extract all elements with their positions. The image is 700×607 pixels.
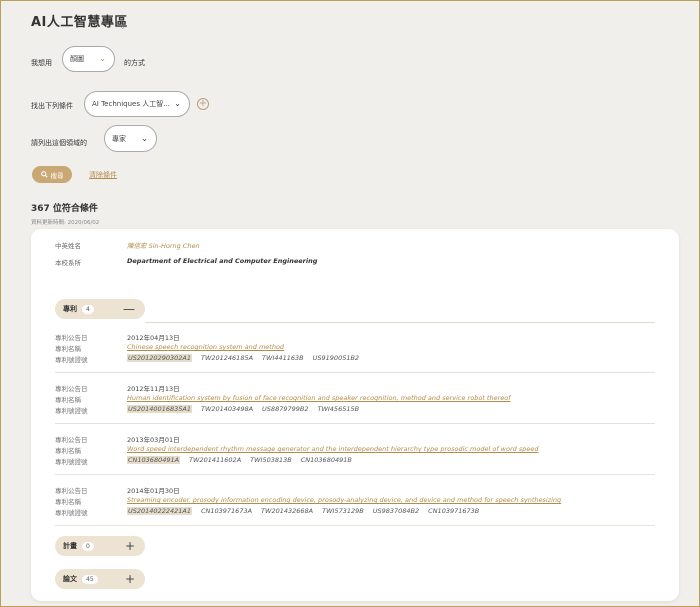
expand-icon: + <box>125 540 135 552</box>
chevron-down-icon: ⌄ <box>141 134 148 143</box>
patent-number: TW201432668A <box>261 507 313 515</box>
patent-item: 專利公告日 專利名稱 專利號證號 2012年11月13日 Human ident… <box>55 383 655 424</box>
name-label: 中英姓名 <box>55 240 81 250</box>
patent-number: CN103680491A <box>127 456 180 464</box>
patent-number-label: 專利號證號 <box>55 405 88 415</box>
patent-number: TWI503813B <box>250 456 292 464</box>
patent-number: TWI441163B <box>262 354 304 362</box>
method-suffix: 的方式 <box>124 58 145 68</box>
patent-title-link[interactable]: Word speed interdependent rhythm message… <box>127 445 538 453</box>
papers-count-badge: 45 <box>82 575 98 584</box>
condition-label: 找出下列條件 <box>31 101 73 111</box>
projects-section-label: 計畫 <box>63 541 77 551</box>
patent-date-label: 專利公告日 <box>55 485 88 495</box>
title-punctuation: 。 <box>121 18 130 31</box>
condition-select[interactable]: AI Techniques 人工智... ⌄ <box>84 91 190 117</box>
patent-number: TW201403498A <box>201 405 253 413</box>
patents-section-label: 專利 <box>63 304 77 314</box>
patent-name-label: 專利名稱 <box>55 343 81 353</box>
patent-date: 2014年01月30日 <box>127 485 180 495</box>
patent-numbers: US20120290302A1 TW201246185A TWI441163B … <box>127 354 359 362</box>
patent-number: TWI456515B <box>317 405 359 413</box>
patent-item: 專利公告日 專利名稱 專利號證號 2014年01月30日 Streaming e… <box>55 485 655 526</box>
patent-number-label: 專利號證號 <box>55 507 88 517</box>
papers-section-label: 論文 <box>63 574 77 584</box>
method-label: 我想用 <box>31 58 52 68</box>
patent-date: 2012年11月13日 <box>127 383 180 393</box>
papers-section-toggle[interactable]: 論文 45 + <box>55 569 145 589</box>
patent-numbers: US20140016835A1 TW201403498A US8879799B2… <box>127 405 359 413</box>
department-label: 本校系所 <box>55 257 81 267</box>
search-button[interactable]: 搜尋 <box>32 166 72 183</box>
patent-title-link[interactable]: Streaming encoder, prosody information e… <box>127 496 561 504</box>
search-icon <box>41 171 48 178</box>
projects-count-badge: 0 <box>82 542 94 551</box>
chevron-down-icon: ⌄ <box>99 54 106 63</box>
patent-title-link[interactable]: Human identification system by fusion of… <box>127 394 511 402</box>
expert-name[interactable]: 陳信宏 Sin-Horng Chen <box>127 240 200 250</box>
field-label: 請列出這個領域的 <box>31 138 87 148</box>
patent-number: US8879799B2 <box>262 405 308 413</box>
page-title: AI人工智慧專區 <box>31 11 128 30</box>
expert-card: 中英姓名 陳信宏 Sin-Horng Chen 本校系所 Department … <box>31 229 679 601</box>
patent-number: US20140222421A1 <box>127 507 192 515</box>
patent-item: 專利公告日 專利名稱 專利號證號 2012年04月13日 Chinese spe… <box>55 332 655 373</box>
projects-section-toggle[interactable]: 計畫 0 + <box>55 536 145 556</box>
results-count: 367 位符合條件 <box>31 201 98 214</box>
chevron-down-icon: ⌄ <box>174 99 181 108</box>
patent-name-label: 專利名稱 <box>55 496 81 506</box>
search-button-label: 搜尋 <box>51 170 64 180</box>
patent-item: 專利公告日 專利名稱 專利號證號 2013年03月01日 Word speed … <box>55 434 655 475</box>
data-update-date: 資料更新時間: 2020/06/02 <box>31 218 99 226</box>
expert-type-select-value: 專家 <box>112 134 126 144</box>
patent-date-label: 專利公告日 <box>55 434 88 444</box>
patent-number: CN103971673A <box>201 507 252 515</box>
section-divider <box>145 322 655 323</box>
patent-numbers: CN103680491A TW201411602A TWI503813B CN1… <box>127 456 352 464</box>
patent-number: US9190051B2 <box>313 354 359 362</box>
method-select-value: 顏圖 <box>70 54 84 64</box>
method-select[interactable]: 顏圖 ⌄ <box>62 46 115 72</box>
patent-number: CN103971673B <box>428 507 479 515</box>
add-condition-icon[interactable]: + <box>197 98 209 110</box>
expand-icon: + <box>125 573 135 585</box>
patent-name-label: 專利名稱 <box>55 445 81 455</box>
patent-number-label: 專利號證號 <box>55 354 88 364</box>
patents-count-badge: 4 <box>82 305 94 314</box>
clear-filters-link[interactable]: 清除條件 <box>89 170 117 180</box>
patents-section-toggle[interactable]: 專利 4 — <box>55 299 145 319</box>
patent-number: US20120290302A1 <box>127 354 192 362</box>
patent-date-label: 專利公告日 <box>55 332 88 342</box>
patent-number: US20140016835A1 <box>127 405 192 413</box>
patent-date: 2012年04月13日 <box>127 332 180 342</box>
patent-title-link[interactable]: Chinese speech recognition system and me… <box>127 343 284 351</box>
department-value: Department of Electrical and Computer En… <box>127 257 317 265</box>
patent-number: CN103680491B <box>301 456 352 464</box>
expert-type-select[interactable]: 專家 ⌄ <box>104 125 157 152</box>
patent-number: TW201411602A <box>189 456 241 464</box>
patent-date-label: 專利公告日 <box>55 383 88 393</box>
patent-number: US9837084B2 <box>373 507 419 515</box>
collapse-icon: — <box>123 303 135 315</box>
patent-number: TWI573129B <box>322 507 364 515</box>
condition-select-value: AI Techniques 人工智... <box>92 99 170 109</box>
patent-name-label: 專利名稱 <box>55 394 81 404</box>
patent-date: 2013年03月01日 <box>127 434 180 444</box>
patent-number: TW201246185A <box>201 354 253 362</box>
patent-number-label: 專利號證號 <box>55 456 88 466</box>
patent-numbers: US20140222421A1 CN103971673A TW201432668… <box>127 507 479 515</box>
